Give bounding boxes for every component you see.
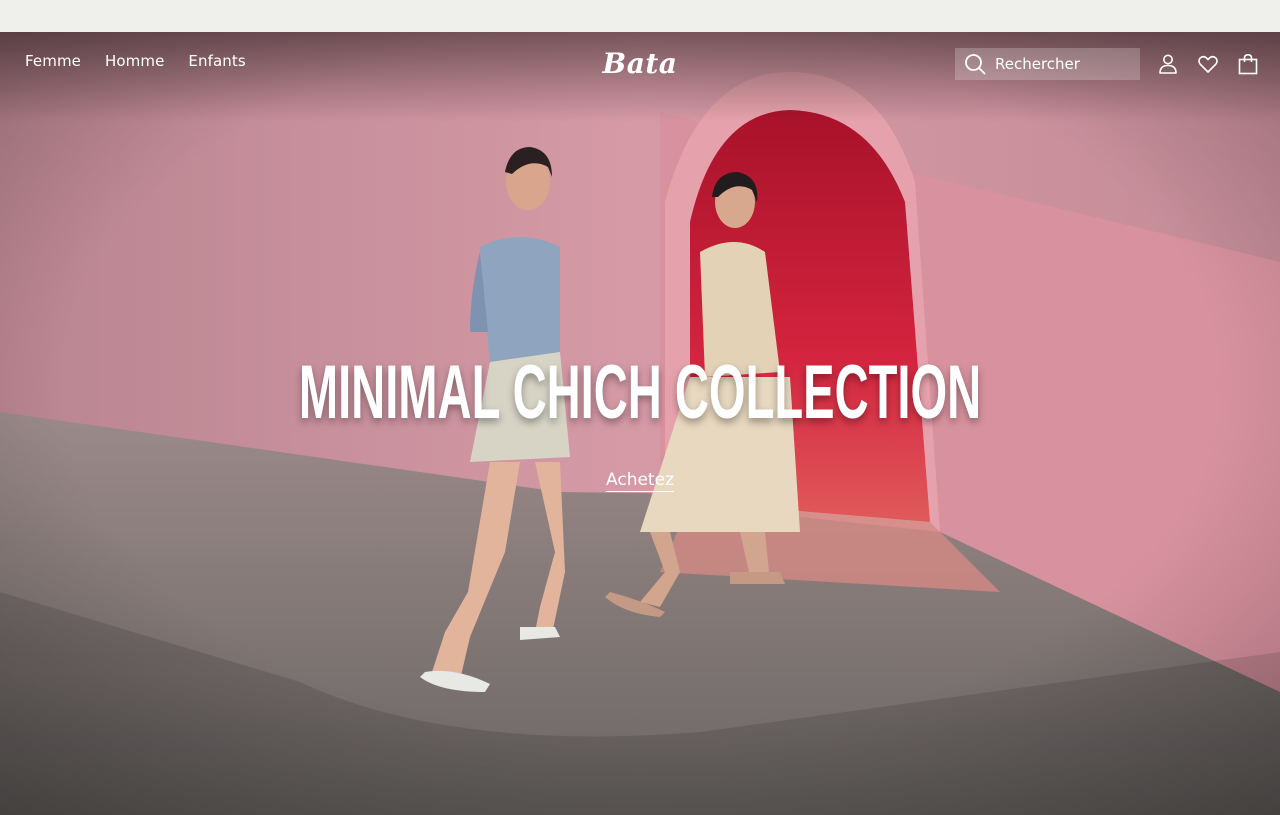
- hero-banner[interactable]: Femme Homme Enfants Bata Rechercher MINI…: [0, 32, 1280, 815]
- nav-item-enfants[interactable]: Enfants: [188, 52, 245, 70]
- search-placeholder: Rechercher: [995, 55, 1080, 73]
- hero-headline: MINIMAL CHICH COLLECTION: [298, 350, 982, 435]
- top-announcement-bar: [0, 0, 1280, 32]
- nav-item-femme[interactable]: Femme: [25, 52, 81, 70]
- wishlist-heart-icon[interactable]: [1196, 52, 1220, 76]
- primary-nav: Femme Homme Enfants: [25, 52, 246, 70]
- hero-cta-wrapper: Achetez: [0, 470, 1280, 492]
- search-field[interactable]: Rechercher: [955, 48, 1140, 80]
- search-icon: [963, 52, 987, 76]
- shopping-bag-icon[interactable]: [1236, 52, 1260, 76]
- brand-logo[interactable]: Bata: [586, 48, 694, 80]
- nav-item-homme[interactable]: Homme: [105, 52, 164, 70]
- shop-now-link[interactable]: Achetez: [606, 470, 674, 492]
- account-icon[interactable]: [1156, 52, 1180, 76]
